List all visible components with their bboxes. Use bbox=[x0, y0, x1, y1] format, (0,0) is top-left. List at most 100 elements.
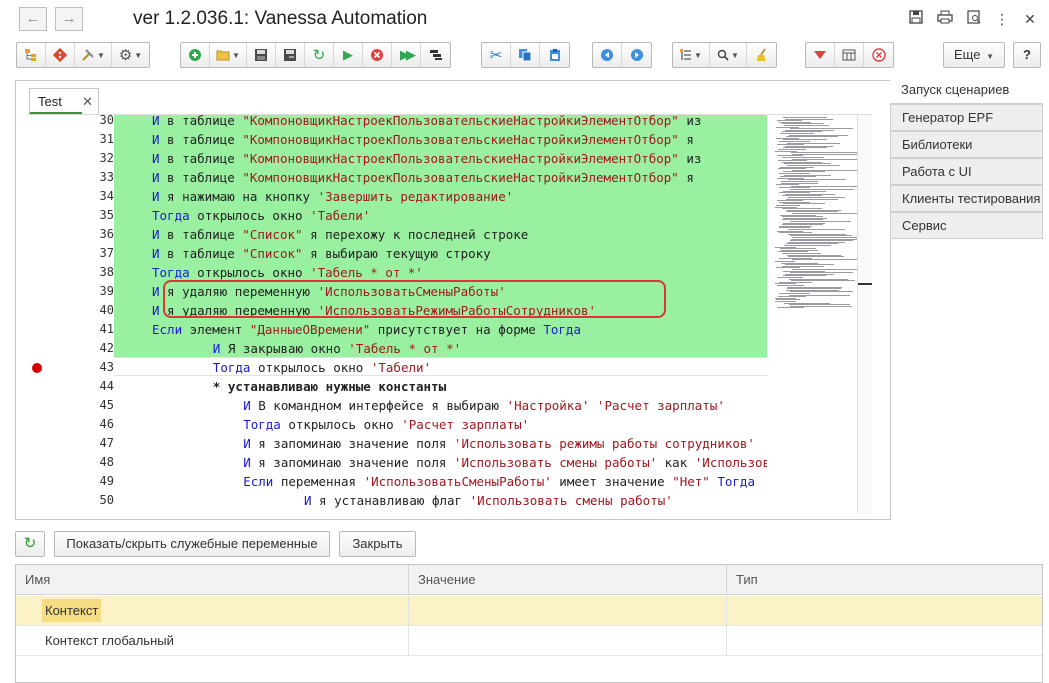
line-number[interactable]: 44 bbox=[28, 377, 114, 396]
string-token: "КомпоновщикНастроекПользовательскиеНаст… bbox=[242, 114, 679, 128]
add-icon[interactable] bbox=[181, 43, 210, 67]
line-number[interactable]: 47 bbox=[28, 434, 114, 453]
run-icon[interactable]: ▶ bbox=[334, 43, 363, 67]
code-line[interactable]: Тогда открылось окно 'Табели' bbox=[114, 358, 767, 377]
string-token: 'Использовать смены работы' bbox=[469, 493, 673, 508]
line-number[interactable]: 50 bbox=[28, 491, 114, 510]
paste-icon[interactable] bbox=[540, 43, 569, 67]
gear-icon[interactable]: ⚙ ▼ bbox=[112, 43, 149, 67]
copy-icon[interactable] bbox=[511, 43, 540, 67]
code-line[interactable]: И в таблице "КомпоновщикНастроекПользова… bbox=[114, 130, 767, 149]
code-line[interactable]: И Я закрываю окно 'Табель * от *' bbox=[114, 339, 767, 358]
tools-icon[interactable]: ▼ bbox=[75, 43, 112, 67]
stop-icon[interactable] bbox=[363, 43, 392, 67]
git-icon[interactable] bbox=[46, 43, 75, 67]
table-icon[interactable] bbox=[835, 43, 864, 67]
code-line[interactable]: Если переменная 'ИспользоватьСменыРаботы… bbox=[114, 472, 767, 491]
side-item-libraries[interactable]: Библиотеки bbox=[890, 131, 1043, 158]
line-number[interactable]: 48 bbox=[28, 453, 114, 472]
delete-icon[interactable] bbox=[864, 43, 893, 67]
preview-icon[interactable] bbox=[964, 9, 984, 29]
line-number[interactable]: 42 bbox=[28, 339, 114, 358]
line-number[interactable]: 32 bbox=[28, 149, 114, 168]
side-item-epf-generator[interactable]: Генератор EPF bbox=[890, 104, 1043, 131]
code-minimap[interactable] bbox=[771, 115, 861, 514]
close-variables-button[interactable]: Закрыть bbox=[339, 531, 416, 557]
arrow-left-blue-icon[interactable] bbox=[593, 43, 622, 67]
text-token: присутствует на форме bbox=[370, 322, 544, 337]
code-line[interactable]: И В командном интерфейсе я выбираю 'Наст… bbox=[114, 396, 767, 415]
breakpoint-marker[interactable] bbox=[32, 363, 42, 373]
help-button[interactable]: ? bbox=[1013, 42, 1041, 68]
save-as-icon[interactable] bbox=[276, 43, 305, 67]
run-fast-icon[interactable]: ▶▶ bbox=[392, 43, 421, 67]
code-line[interactable]: Тогда открылось окно 'Табели' bbox=[114, 206, 767, 225]
print-icon[interactable] bbox=[935, 9, 955, 29]
close-window-icon[interactable]: ✕ bbox=[1020, 9, 1040, 29]
column-header-name[interactable]: Имя bbox=[16, 565, 409, 595]
code-line[interactable]: И я запоминаю значение поля 'Использоват… bbox=[114, 453, 767, 472]
line-number[interactable]: 35 bbox=[28, 206, 114, 225]
line-number[interactable]: 41 bbox=[28, 320, 114, 339]
forward-button[interactable]: → bbox=[55, 7, 83, 31]
tab-test[interactable]: Test ✕ bbox=[29, 88, 99, 114]
list-icon[interactable]: ▼ bbox=[673, 43, 710, 67]
line-number[interactable]: 46 bbox=[28, 415, 114, 434]
line-number[interactable]: 36 bbox=[28, 225, 114, 244]
save-window-icon[interactable] bbox=[906, 9, 926, 29]
vertical-scrollbar[interactable] bbox=[857, 115, 872, 514]
code-line[interactable]: И в таблице "КомпоновщикНастроекПользова… bbox=[114, 114, 767, 130]
code-line[interactable]: И в таблице "КомпоновщикНастроекПользова… bbox=[114, 168, 767, 187]
code-line[interactable]: И я устанавливаю флаг 'Использовать смен… bbox=[114, 491, 767, 510]
line-number[interactable]: 45 bbox=[28, 396, 114, 415]
arrow-right-blue-icon[interactable] bbox=[622, 43, 651, 67]
line-number[interactable]: 38 bbox=[28, 263, 114, 282]
close-tab-icon[interactable]: ✕ bbox=[82, 89, 93, 114]
breakpoint-icon[interactable] bbox=[806, 43, 835, 67]
clear-broom-icon[interactable] bbox=[747, 43, 776, 67]
code-line[interactable]: Если элемент "ДанныеОВремени" присутству… bbox=[114, 320, 767, 339]
open-folder-icon[interactable]: ▼ bbox=[210, 43, 247, 67]
code-line[interactable]: Тогда открылось окно 'Расчет зарплаты' bbox=[114, 415, 767, 434]
code-line[interactable]: И я запоминаю значение поля 'Использоват… bbox=[114, 434, 767, 453]
column-header-value[interactable]: Значение bbox=[409, 565, 727, 595]
line-number[interactable]: 37 bbox=[28, 244, 114, 263]
code-line[interactable]: И в таблице "Список" я выбираю текущую с… bbox=[114, 244, 767, 263]
line-number[interactable]: 30 bbox=[28, 115, 114, 130]
code-line[interactable]: И в таблице "Список" я перехожу к послед… bbox=[114, 225, 767, 244]
cut-icon[interactable]: ✂ bbox=[482, 43, 511, 67]
column-header-type[interactable]: Тип bbox=[727, 565, 1042, 595]
step-icon[interactable] bbox=[421, 43, 450, 67]
code-line[interactable]: * устанавливаю нужные константы bbox=[114, 377, 767, 396]
line-number[interactable]: 49 bbox=[28, 472, 114, 491]
line-number[interactable]: 40 bbox=[28, 301, 114, 320]
toolbar-group-4 bbox=[592, 42, 652, 68]
side-item-service[interactable]: Сервис bbox=[890, 212, 1043, 239]
line-number[interactable]: 31 bbox=[28, 130, 114, 149]
line-number[interactable]: 39 bbox=[28, 282, 114, 301]
back-button[interactable]: ← bbox=[19, 7, 47, 31]
scroll-position-marker bbox=[858, 283, 872, 285]
code-line[interactable]: И в таблице "КомпоновщикНастроекПользова… bbox=[114, 149, 767, 168]
side-item-run-scenarios[interactable]: Запуск сценариев bbox=[890, 77, 1043, 104]
search-icon[interactable]: ▼ bbox=[710, 43, 747, 67]
more-button[interactable]: Еще ▼ bbox=[943, 42, 1005, 68]
keyword-token: И bbox=[152, 246, 160, 261]
line-number[interactable]: 34 bbox=[28, 187, 114, 206]
line-number-text: 33 bbox=[99, 170, 114, 184]
table-row[interactable]: Контекст bbox=[16, 596, 1042, 626]
tree-icon[interactable] bbox=[17, 43, 46, 67]
side-item-ui-work[interactable]: Работа с UI bbox=[890, 158, 1043, 185]
code-line[interactable]: И я нажимаю на кнопку 'Завершить редакти… bbox=[114, 187, 767, 206]
save-icon[interactable] bbox=[247, 43, 276, 67]
line-number[interactable]: 33 bbox=[28, 168, 114, 187]
text-token: я запоминаю значение поля bbox=[250, 455, 454, 470]
more-vertical-icon[interactable]: ⋮ bbox=[992, 9, 1012, 29]
highlight-box-delete-variables bbox=[163, 280, 666, 318]
line-number-text: 40 bbox=[99, 303, 114, 317]
toggle-service-variables-button[interactable]: Показать/скрыть служебные переменные bbox=[54, 531, 330, 557]
refresh-variables-button[interactable]: ↻ bbox=[15, 531, 45, 557]
table-row[interactable]: Контекст глобальный bbox=[16, 626, 1042, 656]
side-item-test-clients[interactable]: Клиенты тестирования bbox=[890, 185, 1043, 212]
refresh-icon[interactable]: ↻ bbox=[305, 43, 334, 67]
